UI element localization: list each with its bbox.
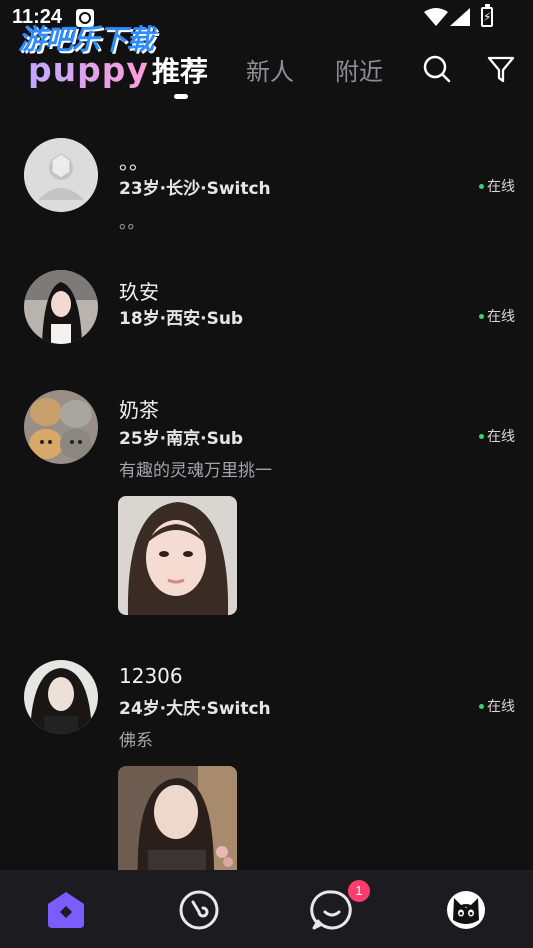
user-card[interactable]: 玖安 18岁·西安·Sub 在线: [0, 270, 533, 360]
online-status: 在线: [479, 696, 515, 716]
user-bio: 有趣的灵魂万里挑一: [119, 461, 272, 481]
online-status-text: 在线: [487, 309, 515, 325]
tab-indicator: [174, 94, 188, 99]
user-name: 。。: [119, 150, 149, 174]
default-avatar-icon: [24, 138, 98, 212]
app-logo: puppy: [28, 50, 149, 89]
wifi-icon: [424, 8, 448, 26]
tab-nearby[interactable]: 附近: [335, 52, 383, 87]
online-dot-icon: [479, 433, 484, 439]
user-photo-avatar: [24, 270, 98, 344]
battery-icon: [481, 4, 493, 27]
portrait-photo: [118, 766, 237, 870]
user-card[interactable]: 奶茶 25岁·南京·Sub 在线 有趣的灵魂万里挑一: [0, 390, 533, 620]
messages-icon[interactable]: [310, 888, 354, 932]
user-photo[interactable]: [118, 496, 237, 615]
user-card[interactable]: 。。 23岁·长沙·Switch 在线 。。: [0, 138, 533, 248]
filter-icon[interactable]: [486, 54, 516, 84]
cats-avatar: [24, 390, 98, 464]
signal-icon: [450, 8, 470, 26]
online-status: 在线: [479, 176, 515, 196]
user-card[interactable]: 12306 24岁·大庆·Switch 在线 佛系: [0, 660, 533, 870]
user-avatar[interactable]: [24, 660, 98, 734]
online-status: 在线: [479, 306, 515, 326]
profile-cat-icon[interactable]: [444, 888, 488, 932]
home-icon[interactable]: [44, 888, 88, 932]
online-dot-icon: [479, 183, 484, 189]
user-bio: 佛系: [119, 731, 153, 751]
online-status: 在线: [479, 426, 515, 446]
user-feed[interactable]: 。。 23岁·长沙·Switch 在线 。。 玖安 18岁·西安·Sub 在线: [0, 112, 533, 870]
search-icon[interactable]: [422, 54, 452, 84]
message-badge: 1: [348, 880, 370, 902]
user-name: 奶茶: [119, 398, 159, 422]
user-name: 玖安: [119, 280, 159, 304]
online-dot-icon: [479, 313, 484, 319]
user-avatar[interactable]: [24, 270, 98, 344]
user-meta: 25岁·南京·Sub: [119, 429, 244, 449]
user-name: 12306: [119, 664, 183, 688]
portrait-photo: [118, 496, 237, 615]
user-avatar[interactable]: [24, 390, 98, 464]
default-avatar[interactable]: [24, 138, 98, 212]
user-bio: 。。: [119, 213, 145, 233]
online-status-text: 在线: [487, 429, 515, 445]
user-meta: 24岁·大庆·Switch: [119, 699, 271, 719]
user-meta: 18岁·西安·Sub: [119, 309, 244, 329]
tab-new[interactable]: 新人: [246, 52, 294, 87]
bottom-navigation: 1: [0, 870, 533, 948]
moments-icon[interactable]: [177, 888, 221, 932]
user-meta: 23岁·长沙·Switch: [119, 179, 271, 199]
user-photo-avatar: [24, 660, 98, 734]
online-status-text: 在线: [487, 699, 515, 715]
tab-recommend[interactable]: 推荐: [152, 50, 208, 90]
user-photo[interactable]: [118, 766, 237, 870]
top-header: puppy 推荐 新人 附近: [0, 44, 533, 104]
online-status-text: 在线: [487, 179, 515, 195]
online-dot-icon: [479, 703, 484, 709]
